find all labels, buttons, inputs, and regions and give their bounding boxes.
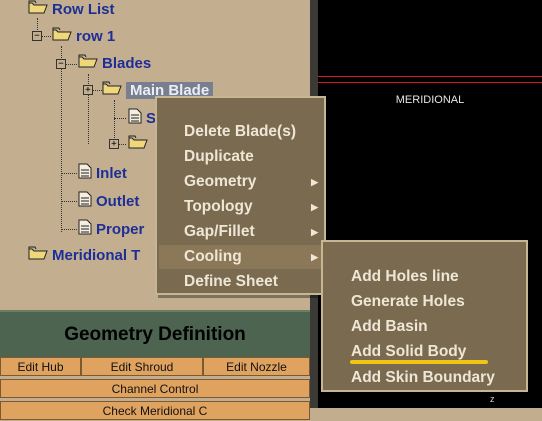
menu-item-duplicate[interactable]: Duplicate: [184, 145, 318, 169]
tree-node-row-list[interactable]: Row List: [28, 0, 115, 20]
folder-open-icon: [28, 0, 48, 20]
tree-node-subfolder[interactable]: [128, 135, 152, 155]
document-icon: [128, 108, 142, 130]
curve-line: [318, 76, 542, 77]
menu-item-label: Delete Blade(s): [184, 123, 296, 140]
document-icon: [78, 163, 92, 185]
tree-node-label: Outlet: [96, 192, 140, 210]
tree-node-label: row 1: [76, 28, 116, 45]
geometry-definition-header: Geometry Definition: [0, 310, 310, 358]
menu-item-label: Define Sheet: [184, 273, 278, 290]
edit-hub-button[interactable]: Edit Hub: [0, 357, 81, 376]
tree-node-meridional[interactable]: Meridional T: [28, 246, 140, 266]
edit-nozzle-button[interactable]: Edit Nozzle: [203, 357, 310, 376]
folder-open-icon: [78, 54, 98, 74]
menu-item-topology[interactable]: Topology ▶: [184, 195, 318, 219]
menu-item-define-sheet[interactable]: Define Sheet: [184, 270, 318, 294]
channel-control-button[interactable]: Channel Control: [0, 379, 310, 398]
menu-item-add-basin[interactable]: Add Basin: [351, 315, 428, 339]
menu-item-label: Cooling: [184, 248, 242, 265]
tree-node-sheet[interactable]: S: [128, 108, 156, 128]
submenu-arrow-icon: ▶: [311, 227, 318, 237]
menu-item-add-holes-line[interactable]: Add Holes line: [351, 265, 459, 289]
axis-label: z: [490, 394, 495, 404]
tree-connector: [114, 118, 126, 119]
tree-connector: [61, 46, 62, 232]
menu-item-gap-fillet[interactable]: Gap/Fillet ▶: [184, 220, 318, 244]
viewport-title: MERIDIONAL: [395, 94, 465, 106]
menu-item-label: Geometry: [184, 173, 257, 190]
folder-open-icon: [128, 135, 148, 155]
tree-connector: [114, 100, 115, 144]
menu-item-cooling[interactable]: Cooling ▶: [159, 245, 322, 269]
menu-item-geometry[interactable]: Geometry ▶: [184, 170, 318, 194]
collapse-toggle[interactable]: −: [32, 31, 42, 41]
menu-item-add-skin-boundary[interactable]: Add Skin Boundary: [351, 366, 495, 390]
menu-item-label: Topology: [184, 198, 253, 215]
context-menu: Delete Blade(s) Duplicate Geometry ▶ Topo…: [155, 96, 326, 295]
document-icon: [78, 191, 92, 213]
tree-connector: [61, 201, 77, 202]
tree-node-properties[interactable]: Proper: [78, 219, 144, 239]
menu-item-label: Duplicate: [184, 148, 254, 165]
check-meridional-button[interactable]: Check Meridional C: [0, 401, 310, 420]
tree-connector: [61, 229, 77, 230]
edit-shroud-button[interactable]: Edit Shroud: [81, 357, 203, 376]
tree-node-label: Row List: [52, 1, 115, 18]
collapse-toggle[interactable]: −: [56, 59, 66, 69]
tree-node-outlet[interactable]: Outlet: [78, 191, 139, 211]
tree-node-inlet[interactable]: Inlet: [78, 163, 127, 183]
folder-open-icon: [52, 27, 72, 47]
submenu-arrow-icon: ▶: [311, 202, 318, 212]
tree-node-label: Inlet: [96, 164, 127, 182]
tree-node-label: Meridional T: [52, 247, 141, 264]
submenu-arrow-icon: ▶: [311, 252, 318, 262]
submenu-arrow-icon: ▶: [311, 177, 318, 187]
document-icon: [78, 219, 92, 241]
menu-item-delete-blades[interactable]: Delete Blade(s): [184, 120, 318, 144]
menu-item-label: Gap/Fillet: [184, 223, 255, 240]
folder-open-icon: [102, 81, 122, 101]
tree-connector: [61, 173, 77, 174]
curve-line: [318, 82, 542, 83]
expand-toggle[interactable]: +: [109, 139, 119, 149]
cooling-submenu: Add Holes line Generate Holes Add Basin …: [321, 240, 528, 392]
folder-open-icon: [28, 246, 48, 266]
tree-node-blades[interactable]: Blades: [78, 54, 151, 74]
highlight-underline: [350, 360, 488, 364]
expand-toggle[interactable]: +: [83, 85, 93, 95]
tree-node-label: Proper: [96, 220, 145, 238]
tree-node-label: Blades: [102, 55, 152, 72]
tree-node-row1[interactable]: row 1: [52, 27, 115, 47]
menu-item-generate-holes[interactable]: Generate Holes: [351, 290, 465, 314]
